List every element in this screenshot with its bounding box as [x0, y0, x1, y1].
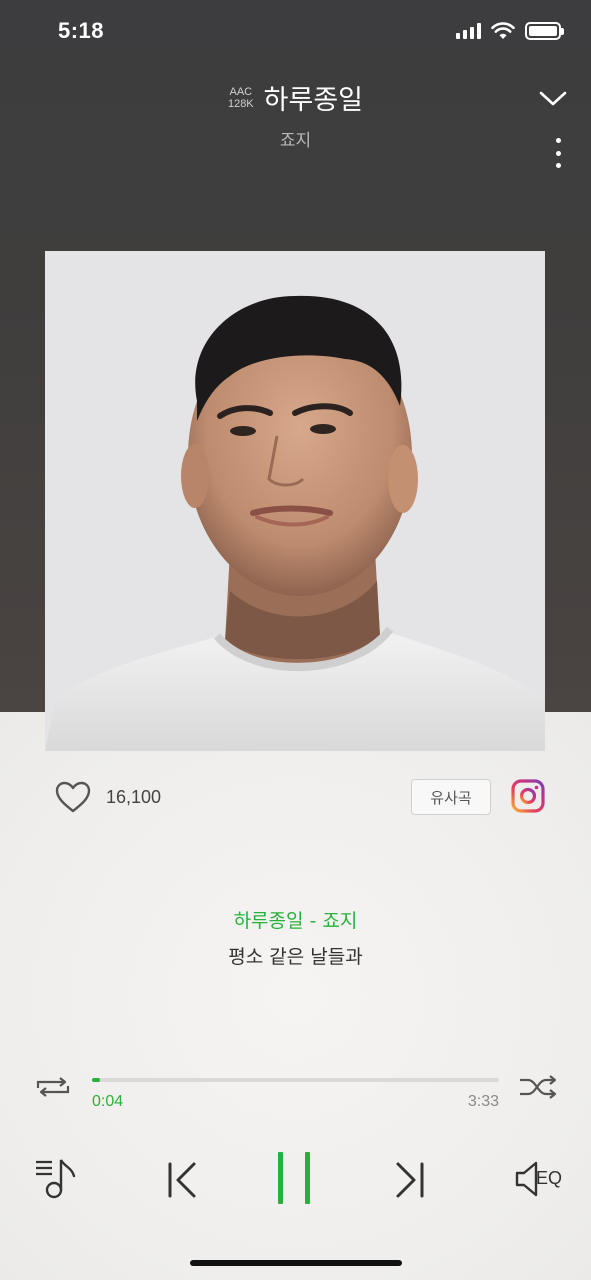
status-icons	[456, 22, 564, 40]
instagram-icon[interactable]	[510, 778, 546, 814]
player-screen: 5:18 AAC 128K 하루종일 죠지 16,100 유사곡 하루종일 - …	[0, 0, 591, 1280]
wifi-icon	[491, 22, 515, 39]
playlist-icon[interactable]	[34, 1156, 78, 1200]
home-indicator[interactable]	[190, 1260, 402, 1266]
shuffle-icon[interactable]	[518, 1074, 558, 1100]
heart-icon[interactable]	[54, 780, 92, 814]
pause-icon-left-bar	[278, 1152, 283, 1204]
like-count: 16,100	[106, 786, 162, 807]
equalizer-button[interactable]: EQ	[514, 1160, 566, 1198]
artist-portrait	[45, 251, 545, 751]
more-options-icon[interactable]	[553, 138, 563, 168]
lyrics-current-line[interactable]: 평소 같은 날들과	[0, 942, 591, 969]
progress-slider[interactable]	[92, 1078, 499, 1082]
track-title: 하루종일	[263, 85, 364, 116]
similar-songs-button[interactable]: 유사곡	[411, 779, 491, 815]
next-track-icon[interactable]	[392, 1160, 428, 1200]
codec-bitrate: 128K	[227, 97, 254, 110]
track-artist[interactable]: 죠지	[0, 126, 591, 151]
repeat-icon[interactable]	[34, 1074, 72, 1100]
collapse-chevron-icon[interactable]	[537, 84, 569, 112]
status-time: 5:18	[58, 18, 105, 43]
like-row: 16,100	[54, 780, 161, 814]
album-art	[45, 251, 545, 751]
previous-track-icon[interactable]	[164, 1160, 200, 1200]
track-header: AAC 128K 하루종일	[0, 78, 591, 117]
codec-badge: AAC 128K	[228, 86, 254, 110]
pause-button[interactable]	[278, 1152, 310, 1204]
signal-icon	[456, 23, 481, 39]
progress-fill	[92, 1078, 101, 1082]
codec-format: AAC	[229, 85, 253, 98]
pause-icon-right-bar	[305, 1152, 310, 1204]
lyrics-title[interactable]: 하루종일 - 죠지	[0, 906, 591, 933]
eq-label: EQ	[536, 1168, 563, 1188]
total-time: 3:33	[467, 1093, 499, 1110]
elapsed-time: 0:04	[92, 1093, 124, 1110]
battery-icon	[525, 22, 564, 40]
